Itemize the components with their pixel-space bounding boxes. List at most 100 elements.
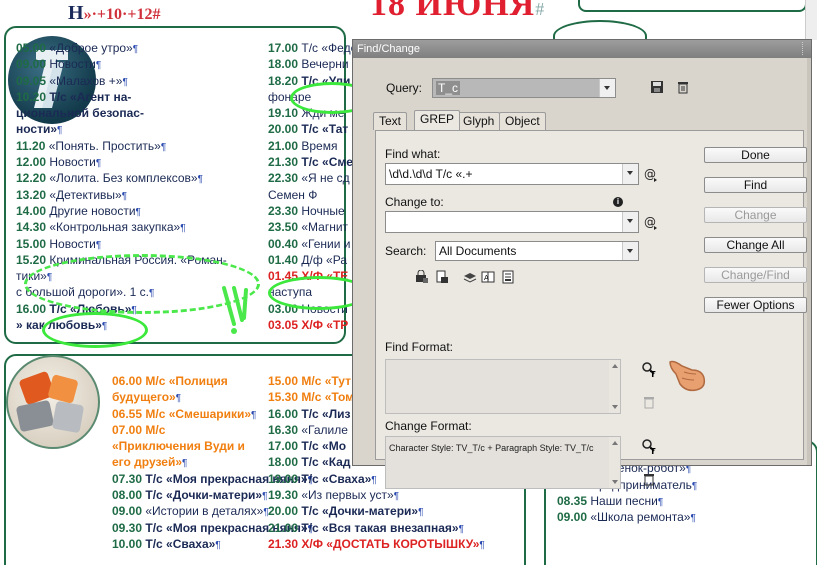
page-scrollbar[interactable] xyxy=(805,0,817,40)
query-dropdown-icon[interactable] xyxy=(599,79,615,97)
schedule-title: «Из первых уст» xyxy=(298,488,394,503)
find-what-dropdown-icon[interactable] xyxy=(622,164,638,184)
header-num1: +10 xyxy=(96,6,123,23)
find-what-input[interactable]: \d\d.\d\d T/c «.+ xyxy=(385,163,639,185)
find-what-label: Find what: xyxy=(385,147,441,161)
schedule-title: «Я не сд xyxy=(298,171,350,186)
change-format-scrollbar[interactable] xyxy=(609,437,620,488)
schedule-time: 09.00 xyxy=(557,510,588,525)
schedule-time: 18.00 xyxy=(268,455,299,470)
schedule-time: 06.55 xyxy=(112,406,143,421)
query-value: T_c xyxy=(436,81,461,95)
schedule-title: Новости xyxy=(46,57,96,72)
schedule-time: 19.30 xyxy=(268,488,299,503)
change-format-value: Character Style: TV_T/c + Paragraph Styl… xyxy=(389,443,594,453)
schedule-time: 11.20 xyxy=(16,138,46,153)
pilcrow-mark: ¶ xyxy=(691,480,698,492)
schedule-time: 12.00 xyxy=(16,155,47,170)
search-value: All Documents xyxy=(439,244,517,258)
schedule-time: 09.00 xyxy=(112,504,143,519)
schedule-time: 21.30 xyxy=(268,155,299,170)
schedule-title: Новости xyxy=(46,155,96,170)
info-icon: i xyxy=(613,197,623,207)
schedule-time: 22.30 xyxy=(268,171,299,186)
include-footnotes-icon[interactable] xyxy=(500,270,516,286)
done-button[interactable]: Done xyxy=(704,147,807,163)
pilcrow-mark: ¶ xyxy=(135,206,141,218)
schedule-title: Новости xyxy=(46,236,96,251)
tab-text[interactable]: Text xyxy=(373,112,408,130)
schedule-time: 16.00 xyxy=(268,406,299,421)
schedule-line: циональной безопас- xyxy=(16,105,227,121)
dialog-scrollbar[interactable] xyxy=(807,58,811,465)
pilcrow-mark: ¶ xyxy=(690,513,696,525)
schedule-title: «Детективы» xyxy=(46,187,122,202)
pilcrow-mark: ¶ xyxy=(197,174,203,186)
schedule-title: его друзей» xyxy=(112,455,183,470)
special-chars-find-icon[interactable]: @ xyxy=(643,166,659,182)
delete-query-icon[interactable] xyxy=(675,80,691,96)
schedule-line: 21.30 Х/Ф «ДОСТАТЬ КОРОТЫШКУ»¶ xyxy=(268,536,485,552)
change-find-button[interactable]: Change/Find xyxy=(704,267,807,283)
schedule-line: 05.00 «Доброе утро»¶ xyxy=(16,40,227,56)
schedule-time: 20.00 xyxy=(268,122,299,137)
find-format-box[interactable] xyxy=(385,359,621,414)
pilcrow-mark: ¶ xyxy=(180,223,186,235)
schedule-time: 07.30 xyxy=(112,471,143,486)
special-chars-change-icon[interactable]: @ xyxy=(643,214,659,230)
tab-object[interactable]: Object xyxy=(499,112,546,130)
clear-find-format-icon[interactable] xyxy=(641,395,657,411)
tab-grep[interactable]: GREP xyxy=(414,110,461,130)
search-dropdown-icon[interactable] xyxy=(622,242,638,260)
pilcrow-mark: ¶ xyxy=(262,491,268,503)
schedule-line: 20.00 Т/с «Дочки-матери»¶ xyxy=(268,503,485,519)
include-locked-stories-icon[interactable] xyxy=(434,270,450,286)
schedule-title: циональной безопас- xyxy=(16,106,144,121)
specify-change-format-icon[interactable]: T xyxy=(641,438,657,456)
include-master-pages-icon[interactable]: A xyxy=(480,270,496,286)
schedule-time: 10.20 xyxy=(16,89,47,104)
schedule-time: 18.00 xyxy=(268,57,299,72)
include-hidden-layers-icon[interactable] xyxy=(462,270,478,286)
find-format-scrollbar[interactable] xyxy=(609,360,620,413)
schedule-title: Т/с «Кад xyxy=(298,455,351,470)
fewer-options-button[interactable]: Fewer Options xyxy=(704,297,807,313)
query-select[interactable]: T_c xyxy=(432,78,616,98)
schedule-time: 23.30 xyxy=(268,203,299,218)
schedule-time: 20.00 xyxy=(268,504,299,519)
save-query-icon[interactable] xyxy=(649,80,665,96)
clear-change-format-icon[interactable] xyxy=(641,472,657,488)
change-format-box[interactable]: Character Style: TV_T/c + Paragraph Styl… xyxy=(385,436,621,489)
change-to-label: Change to: xyxy=(385,195,444,209)
titlebar-grip-icon[interactable] xyxy=(802,42,809,55)
schedule-time: 05.00 xyxy=(16,41,47,55)
dialog-titlebar[interactable]: Find/Change xyxy=(353,40,811,58)
schedule-title: Х/Ф «ТР xyxy=(298,318,349,333)
schedule-title: Наши песни xyxy=(587,493,658,508)
pilcrow-mark: ¶ xyxy=(251,409,257,421)
schedule-time: 13.20 xyxy=(16,187,47,202)
specify-find-format-icon[interactable]: T xyxy=(641,361,657,379)
sts-logo xyxy=(6,355,100,449)
header-num2: +12 xyxy=(127,6,153,23)
pilcrow-mark: ¶ xyxy=(57,125,63,137)
change-to-input[interactable] xyxy=(385,211,639,233)
schedule-line: 14.30 «Контрольная закупка»¶ xyxy=(16,219,227,235)
tab-glyph[interactable]: Glyph xyxy=(457,112,501,130)
schedule-time: 09.30 xyxy=(112,520,143,535)
pointing-hand-icon xyxy=(669,360,706,392)
pilcrow-mark: ¶ xyxy=(95,239,102,251)
change-button[interactable]: Change xyxy=(704,207,807,223)
schedule-time: 17.00 xyxy=(268,41,299,55)
schedule-title: «Лолита. Без комплексов» xyxy=(46,171,198,186)
schedule-title: Другие новости xyxy=(46,203,136,218)
schedule-time: 14.00 xyxy=(16,203,47,218)
find-button[interactable]: Find xyxy=(704,177,807,193)
schedule-title: М/с «Тут xyxy=(298,374,351,388)
schedule-title: М/с xyxy=(142,422,166,437)
include-locked-layers-icon[interactable] xyxy=(414,269,430,286)
schedule-time: 21.00 xyxy=(268,138,299,153)
search-select[interactable]: All Documents xyxy=(435,241,639,261)
change-all-button[interactable]: Change All xyxy=(704,237,807,253)
change-to-dropdown-icon[interactable] xyxy=(622,212,638,232)
